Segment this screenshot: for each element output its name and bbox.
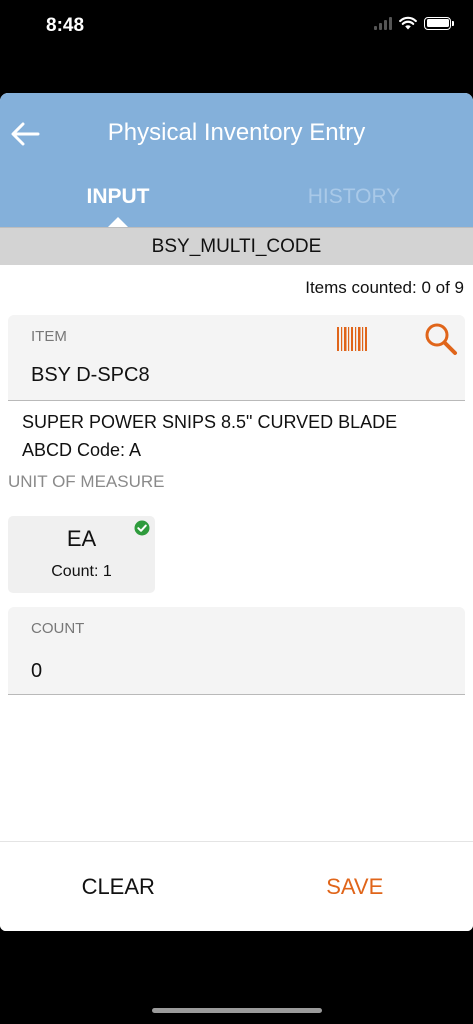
wifi-icon [399, 16, 417, 30]
count-field-label: COUNT [31, 620, 85, 637]
page-title: Physical Inventory Entry [107, 119, 366, 146]
save-button[interactable]: SAVE [237, 842, 473, 931]
uom-option-count: Count: 1 [51, 563, 112, 580]
app-header: Physical Inventory Entry INPUT HISTORY [0, 93, 473, 227]
uom-option-ea[interactable]: EA Count: 1 [8, 516, 155, 593]
tab-input[interactable]: INPUT [53, 185, 183, 209]
item-abcd-code: ABCD Code: A [22, 440, 142, 460]
battery-icon [424, 16, 454, 30]
count-input[interactable]: 0 [31, 660, 42, 683]
unit-of-measure-label: UNIT OF MEASURE [8, 472, 165, 491]
item-description: SUPER POWER SNIPS 8.5" CURVED BLADE ABCD… [0, 401, 473, 465]
item-field-label: ITEM [31, 328, 67, 345]
items-counted-text: Items counted: 0 of 9 [305, 278, 464, 297]
item-field[interactable]: ITEM BSY D-SPC8 [8, 315, 465, 401]
clear-button[interactable]: CLEAR [0, 842, 237, 931]
active-tab-indicator [108, 217, 128, 227]
status-icons [374, 16, 454, 30]
tab-history[interactable]: HISTORY [289, 185, 419, 209]
barcode-icon[interactable] [337, 326, 369, 352]
item-field-value[interactable]: BSY D-SPC8 [31, 364, 150, 387]
status-bar: 8:48 [0, 0, 473, 54]
count-field[interactable]: COUNT 0 [8, 607, 465, 695]
inventory-entry-card: Physical Inventory Entry INPUT HISTORY B… [0, 93, 473, 931]
uom-option-name: EA [66, 526, 97, 551]
home-indicator [152, 1008, 322, 1013]
check-circle-icon [134, 520, 150, 536]
phone-screen: 8:48 Physical Inventory Entry INPUT HIST… [0, 0, 473, 1024]
action-bar: CLEAR SAVE [0, 841, 473, 931]
signal-icon [374, 16, 392, 30]
status-time: 8:48 [46, 15, 85, 36]
item-description-line1: SUPER POWER SNIPS 8.5" CURVED BLADE [22, 412, 398, 432]
inventory-code-bar: BSY_MULTI_CODE [0, 227, 473, 265]
search-icon[interactable] [424, 322, 458, 356]
